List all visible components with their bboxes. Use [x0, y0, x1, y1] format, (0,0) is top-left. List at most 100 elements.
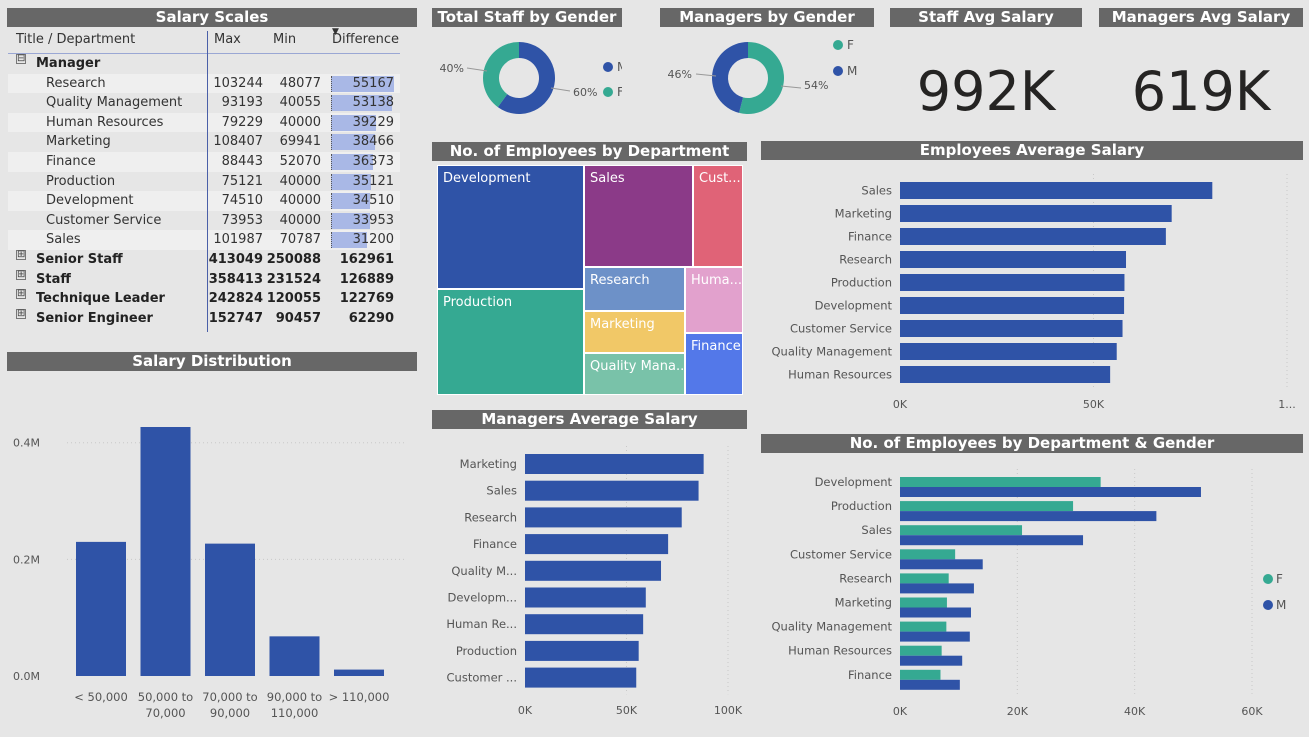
category-label: Finance [848, 668, 892, 682]
bar [525, 560, 662, 581]
table-row: Sales 101987 70787 31200 [8, 230, 400, 250]
treemap-cell[interactable]: Production [437, 289, 584, 395]
x-tick-label: 50K [616, 704, 638, 717]
min-cell: 69941 [279, 134, 321, 150]
group-rows: ⊞ Senior Staff 413049 250088 162961 ⊞ Staff 358… [8, 249, 400, 328]
legend-label: F [617, 85, 622, 99]
expand-icon[interactable]: ⊞ [16, 269, 26, 280]
category-label: Production [831, 499, 892, 513]
min-cell: 231524 [266, 271, 321, 287]
bar-F [900, 549, 956, 560]
bar-F [900, 645, 942, 656]
treemap-cell[interactable]: Research [584, 267, 685, 311]
bar-F [900, 621, 947, 632]
treemap-cell[interactable]: Finance [685, 333, 743, 395]
max-cell: 75121 [221, 173, 263, 189]
total-staff-gender-chart: 40% 60% MF [440, 42, 622, 114]
max-cell: 413049 [208, 251, 263, 267]
bar [900, 205, 1172, 222]
staff-avg-salary-title: Staff Avg Salary [890, 8, 1082, 27]
bar [334, 669, 384, 676]
category-label: Customer ... [447, 671, 517, 685]
difference-cell: 35121 [352, 173, 394, 189]
header-max[interactable]: Max [214, 28, 269, 52]
bar [900, 274, 1125, 291]
bar-M [900, 631, 970, 642]
x-tick-label: 50K [1083, 398, 1105, 411]
header-min[interactable]: Min [273, 28, 328, 52]
category-label: Human Resources [788, 368, 892, 382]
bar [900, 251, 1127, 268]
max-cell: 88443 [221, 153, 263, 169]
difference-cell: 62290 [348, 310, 394, 326]
x-tick-label: 0K [893, 705, 908, 718]
bar [525, 507, 682, 528]
expand-icon[interactable]: ⊞ [16, 249, 26, 260]
header-title-department[interactable]: Title / Department [16, 28, 135, 52]
treemap-cell[interactable]: Development [437, 165, 584, 289]
bar [140, 427, 191, 676]
pie-leader-line [466, 67, 488, 72]
expand-icon[interactable]: ⊞ [16, 289, 26, 300]
difference-cell: 38466 [352, 134, 394, 150]
row-label: Marketing [46, 134, 111, 150]
min-cell: 40000 [279, 212, 321, 228]
row-label: Development [46, 193, 134, 209]
row-label: Manager [36, 56, 101, 71]
bar-M [900, 559, 983, 570]
header-difference[interactable]: Difference [332, 28, 399, 52]
collapse-icon[interactable]: ⊟ [16, 54, 26, 64]
expand-icon[interactable]: ⊞ [16, 308, 26, 319]
treemap-cell[interactable]: Quality Mana... [584, 353, 685, 395]
table-row: Customer Service 73953 40000 33953 [8, 211, 400, 231]
row-label: Human Resources [46, 114, 164, 130]
row-label: Production [46, 173, 116, 189]
treemap-cell[interactable]: Huma... [685, 267, 743, 333]
table-column-divider [207, 31, 208, 332]
table-row: Quality Management 93193 40055 53138 [8, 93, 400, 113]
category-label: Marketing [460, 457, 517, 471]
bar [76, 541, 126, 676]
row-label: Research [46, 75, 106, 91]
bar-M [900, 583, 974, 594]
managers-avg-salary-chart-title: Managers Average Salary [432, 410, 747, 429]
category-label: Quality Management [771, 620, 892, 634]
treemap-cell[interactable]: Sales [584, 165, 693, 267]
pie-slice-label: 46% [668, 68, 692, 81]
treemap-cell[interactable]: Cust... [693, 165, 743, 267]
category-label: Quality Management [771, 345, 892, 359]
employees-by-department-panel: No. of Employees by Department Developme… [432, 142, 747, 397]
legend-marker-F [833, 40, 843, 50]
bar-F [900, 597, 947, 608]
table-row: Production 75121 40000 35121 [8, 172, 400, 192]
employees-avg-salary-title: Employees Average Salary [761, 141, 1303, 160]
difference-cell: 126889 [339, 271, 394, 287]
treemap-cell[interactable]: Marketing [584, 311, 685, 353]
max-cell: 74510 [221, 193, 263, 209]
category-label: 70,000 [145, 706, 185, 720]
category-label: Research [464, 510, 517, 524]
x-tick-label: 60K [1241, 705, 1263, 718]
category-label: 90,000 [210, 706, 250, 720]
managers-avg-salary-card: Managers Avg Salary 619K [1099, 8, 1303, 123]
max-cell: 73953 [221, 212, 263, 228]
min-cell: 40000 [279, 114, 321, 130]
category-label: Quality M... [451, 564, 517, 578]
salary-scales-table: Title / Department Max Min Difference ▼ … [8, 28, 400, 328]
category-label: Sales [861, 523, 892, 537]
y-tick-label: 0.2M [13, 553, 40, 566]
table-row-group: ⊞ Staff 358413 231524 126889 [8, 269, 400, 290]
difference-cell: 33953 [352, 212, 394, 228]
category-label: Research [839, 253, 892, 267]
row-label: Finance [46, 153, 96, 169]
bar [525, 667, 637, 688]
category-label: < 50,000 [74, 690, 128, 704]
managers-avg-salary-panel: Managers Average Salary 0K 50K 100K Marketi… [432, 410, 747, 732]
bar [900, 228, 1166, 245]
category-label: Sales [861, 184, 892, 198]
min-cell: 40055 [279, 95, 321, 111]
table-row-group: ⊞ Technique Leader 242824 120055 122769 [8, 289, 400, 309]
bar-M [900, 607, 971, 618]
x-tick-label: 1... [1278, 398, 1296, 411]
managers-avg-salary-value: 619K [1131, 60, 1271, 123]
